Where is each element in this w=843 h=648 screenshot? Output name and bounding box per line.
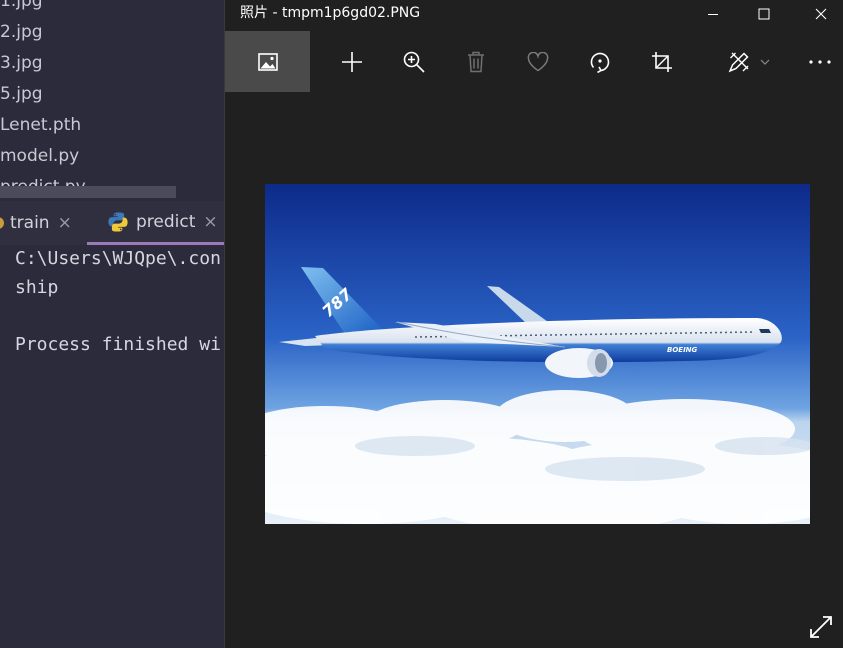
horizontal-scrollbar[interactable]: [0, 186, 176, 198]
tab-predict[interactable]: predict ×: [87, 201, 224, 245]
photos-app-window: 照片 - tmpm1p6gd02.PNG 787 BOEING: [224, 0, 843, 648]
maximize-icon: [758, 8, 770, 19]
close-button[interactable]: [793, 0, 843, 27]
full-screen-button[interactable]: [805, 611, 837, 643]
plus-icon: [342, 51, 362, 72]
run-config-icon: [0, 217, 4, 229]
crop-icon: [652, 51, 672, 72]
delete-button[interactable]: [445, 31, 507, 92]
rotate-icon: [590, 52, 610, 73]
airplane-image: 787 BOEING: [265, 184, 810, 524]
close-icon[interactable]: ×: [203, 212, 217, 232]
tab-train[interactable]: train ×: [0, 201, 72, 245]
displayed-photo: 787 BOEING: [265, 184, 810, 524]
file-item[interactable]: 2.jpg: [0, 17, 224, 48]
more-options-button[interactable]: [789, 31, 843, 92]
photos-toolbar: [225, 31, 843, 92]
maximize-button[interactable]: [736, 0, 792, 27]
file-item[interactable]: 5.jpg: [0, 79, 224, 110]
edit-create-button[interactable]: [713, 31, 785, 92]
zoom-in-icon: [403, 51, 425, 73]
file-item[interactable]: model.py: [0, 141, 224, 172]
ide-panel: 1.jpg 2.jpg 3.jpg 5.jpg Lenet.pth model.…: [0, 0, 224, 648]
console-line: ship: [15, 276, 59, 298]
fuselage-brand-text: BOEING: [667, 346, 698, 354]
add-to-button[interactable]: [321, 31, 383, 92]
crop-button[interactable]: [631, 31, 693, 92]
trash-icon: [468, 51, 484, 72]
file-item[interactable]: 1.jpg: [0, 0, 224, 17]
file-item[interactable]: 3.jpg: [0, 48, 224, 79]
edit-icon: [728, 51, 749, 72]
minimize-icon: [708, 13, 718, 15]
rotate-button[interactable]: [569, 31, 631, 92]
file-item[interactable]: Lenet.pth: [0, 110, 224, 141]
project-file-tree: 1.jpg 2.jpg 3.jpg 5.jpg Lenet.pth model.…: [0, 0, 224, 203]
window-title: 照片 - tmpm1p6gd02.PNG: [240, 5, 421, 21]
more-icon: [809, 59, 831, 64]
console-line: Process finished wi: [15, 333, 221, 355]
close-icon: [815, 8, 827, 19]
tab-label: predict: [136, 211, 196, 232]
run-console: C:\Users\WJQpe\.con ship Process finishe…: [0, 245, 224, 648]
expand-icon: [810, 616, 832, 638]
title-bar[interactable]: 照片 - tmpm1p6gd02.PNG: [225, 0, 843, 31]
zoom-button[interactable]: [383, 31, 445, 92]
close-icon[interactable]: ×: [58, 213, 72, 233]
python-icon: [108, 212, 128, 231]
minimize-button[interactable]: [685, 0, 741, 27]
chevron-down-icon: [760, 59, 770, 65]
tab-label: train: [10, 213, 50, 233]
view-image-button[interactable]: [225, 31, 310, 92]
heart-icon: [527, 51, 549, 71]
image-icon: [257, 52, 278, 71]
favorite-button[interactable]: [507, 31, 569, 92]
run-tab-bar: train × predict ×: [0, 201, 224, 245]
console-line: C:\Users\WJQpe\.con: [15, 248, 221, 269]
